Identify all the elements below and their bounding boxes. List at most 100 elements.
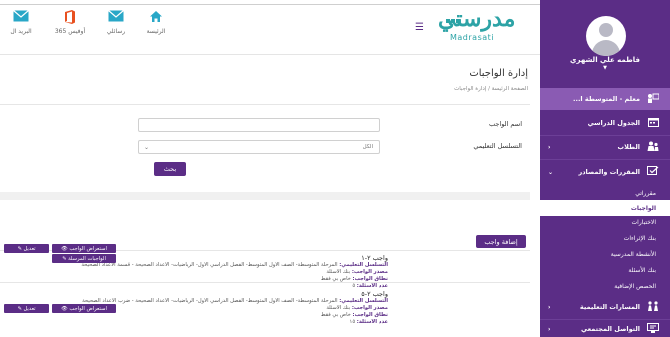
submitted-homework-label: الواجبات المرسلة bbox=[68, 255, 106, 262]
sidebar-role-label: معلم - المتوسطة ا... bbox=[573, 95, 640, 103]
nav-messages[interactable]: رسائلي bbox=[96, 10, 136, 35]
series-select[interactable]: الكل ⌄ bbox=[138, 140, 380, 154]
edit-homework-label: تعديل bbox=[23, 305, 36, 312]
user-menu-chevron-icon[interactable]: ▼ bbox=[540, 65, 670, 71]
nav-home[interactable]: الرئيسة bbox=[136, 10, 176, 35]
homework-count: عدد الأسئلة: ١٥ bbox=[0, 319, 388, 325]
chevron-left-icon: ‹ bbox=[548, 143, 551, 151]
homework-name-label: اسم الواجب bbox=[489, 120, 522, 128]
homework-count: عدد الأسئلة: ٥ bbox=[0, 283, 388, 289]
menu-toggle-icon[interactable]: ☰ bbox=[415, 22, 424, 33]
homework-count-label: عدد الأسئلة: bbox=[356, 283, 388, 289]
nav-home-label: الرئيسة bbox=[146, 28, 166, 35]
homework-source-label: مصدر الواجب: bbox=[351, 305, 388, 311]
sidebar: فاطمه علي الشهري ▼ معلم - المتوسطة ا... … bbox=[540, 0, 670, 337]
homework-source-value: بنك الأسئلة bbox=[326, 269, 351, 275]
breadcrumb-current: إدارة الواجبات bbox=[454, 86, 487, 92]
view-homework-label: استعراض الواجب bbox=[69, 305, 107, 312]
homework-name-input[interactable] bbox=[138, 118, 380, 132]
nav-office365[interactable]: أوفيس 365 bbox=[50, 10, 90, 35]
sidebar-item-students-label: الطلاب bbox=[617, 143, 640, 151]
mail-icon bbox=[0, 10, 42, 24]
sidebar-item-courses-label: المقررات والمصادر bbox=[578, 168, 640, 176]
sidebar-item-learning-paths[interactable]: المسارات التعليمية ‹ bbox=[540, 296, 670, 318]
edit-icon: ✎ bbox=[17, 305, 22, 312]
chevron-down-icon: ⌄ bbox=[144, 144, 150, 151]
homework-series-label: التسلسل التعليمي: bbox=[339, 298, 388, 304]
home-icon bbox=[136, 10, 176, 24]
homework-count-label: عدد الأسئلة: bbox=[356, 319, 388, 325]
sidebar-role-selector[interactable]: معلم - المتوسطة ا... bbox=[540, 88, 670, 110]
homework-series-value: المرحلة المتوسطة- الصف الأول المتوسط- ال… bbox=[81, 262, 338, 268]
avatar[interactable] bbox=[586, 16, 626, 56]
eye-icon: 👁︎ bbox=[61, 305, 68, 312]
edit-homework-button[interactable]: ✎ تعديل bbox=[4, 244, 49, 253]
edit-icon: ✎ bbox=[62, 255, 67, 262]
breadcrumb-home[interactable]: الصفحة الرئيسة bbox=[492, 86, 528, 92]
sidebar-sub-extra-classes[interactable]: الحصص الإضافية bbox=[540, 278, 670, 294]
edit-homework-button[interactable]: ✎ تعديل bbox=[4, 304, 49, 313]
nav-mail[interactable]: البريد ال bbox=[0, 10, 42, 35]
sidebar-divider bbox=[540, 159, 670, 160]
eye-icon: 👁︎ bbox=[61, 245, 68, 252]
homework-count-value: ١٥ bbox=[349, 319, 356, 325]
sidebar-divider bbox=[540, 319, 670, 320]
view-homework-button[interactable]: 👁︎ استعراض الواجب bbox=[52, 304, 116, 313]
breadcrumb-separator: / bbox=[488, 86, 490, 92]
homework-scope-value: خاص بي فقط bbox=[320, 312, 351, 318]
edit-icon: ✎ bbox=[17, 245, 22, 252]
user-name[interactable]: فاطمه علي الشهري bbox=[540, 56, 670, 64]
series-label: التسلسل التعليمي bbox=[473, 142, 522, 150]
sidebar-item-schedule-label: الجدول الدراسي bbox=[587, 119, 640, 127]
view-homework-label: استعراض الواجب bbox=[69, 245, 107, 252]
chevron-down-icon: ⌄ bbox=[548, 168, 554, 176]
page-title: إدارة الواجبات bbox=[469, 68, 528, 79]
list-divider bbox=[0, 282, 530, 283]
logo-latin-text: Madrasati bbox=[450, 33, 495, 42]
header-divider bbox=[0, 54, 540, 55]
add-homework-button[interactable]: إضافة واجب bbox=[476, 235, 526, 248]
homework-source-label: مصدر الواجب: bbox=[351, 269, 388, 275]
sidebar-item-schedule[interactable]: الجدول الدراسي bbox=[540, 112, 670, 134]
homework-title[interactable]: واجب ٢-١ bbox=[268, 254, 388, 262]
homework-source-value: بنك الأسئلة bbox=[326, 305, 351, 311]
sidebar-sub-question-bank[interactable]: بنك الأسئلة bbox=[540, 262, 670, 278]
sidebar-item-students[interactable]: الطلاب ‹ bbox=[540, 136, 670, 158]
nav-messages-label: رسائلي bbox=[106, 28, 126, 35]
sidebar-sub-tests[interactable]: الاختبارات bbox=[540, 214, 670, 230]
list-item: واجب ٢-١ التسلسل التعليمي: المرحلة المتو… bbox=[0, 244, 530, 290]
view-homework-button[interactable]: 👁︎ استعراض الواجب bbox=[52, 244, 116, 253]
homework-series-label: التسلسل التعليمي: bbox=[339, 262, 388, 268]
sidebar-item-courses[interactable]: المقررات والمصادر ⌄ bbox=[540, 161, 670, 183]
homework-scope-label: نطاق الواجب: bbox=[352, 312, 388, 318]
mail-icon bbox=[96, 10, 136, 24]
logo-text[interactable]: مدرستي bbox=[438, 6, 515, 32]
search-button[interactable]: بحث bbox=[154, 162, 186, 176]
calendar-icon bbox=[646, 117, 660, 130]
community-icon bbox=[646, 322, 660, 336]
homework-source: مصدر الواجب: بنك الأسئلة bbox=[0, 269, 388, 275]
series-select-value: الكل bbox=[362, 144, 373, 150]
section-separator bbox=[0, 192, 530, 200]
paths-icon bbox=[646, 300, 660, 314]
submitted-homework-button[interactable]: ✎ الواجبات المرسلة bbox=[52, 254, 116, 263]
office-icon bbox=[50, 10, 90, 24]
edit-homework-label: تعديل bbox=[23, 245, 36, 252]
chevron-left-icon: ‹ bbox=[548, 303, 551, 311]
chevron-left-icon: ‹ bbox=[548, 325, 551, 333]
students-icon bbox=[646, 141, 660, 154]
nav-office365-label: أوفيس 365 bbox=[54, 28, 86, 35]
nav-mail-label: البريد ال bbox=[10, 28, 32, 35]
sidebar-item-community-label: التواصل المجتمعي bbox=[581, 325, 640, 333]
breadcrumb: الصفحة الرئيسة / إدارة الواجبات bbox=[380, 86, 528, 92]
list-item: واجب ٢-٥ التسلسل التعليمي: المرحلة المتو… bbox=[0, 290, 530, 330]
sidebar-sub-my-courses[interactable]: مقرراتي bbox=[540, 185, 670, 201]
homework-count-value: ٥ bbox=[352, 283, 356, 289]
sidebar-item-community[interactable]: التواصل المجتمعي ‹ bbox=[540, 321, 670, 337]
sidebar-sub-enrichment-bank[interactable]: بنك الإثراءات bbox=[540, 230, 670, 246]
courses-icon bbox=[646, 165, 660, 179]
header-top-border bbox=[0, 4, 540, 5]
sidebar-sub-school-activities[interactable]: الأنشطة المدرسية bbox=[540, 246, 670, 262]
title-divider bbox=[0, 104, 530, 105]
homework-title[interactable]: واجب ٢-٥ bbox=[268, 290, 388, 298]
